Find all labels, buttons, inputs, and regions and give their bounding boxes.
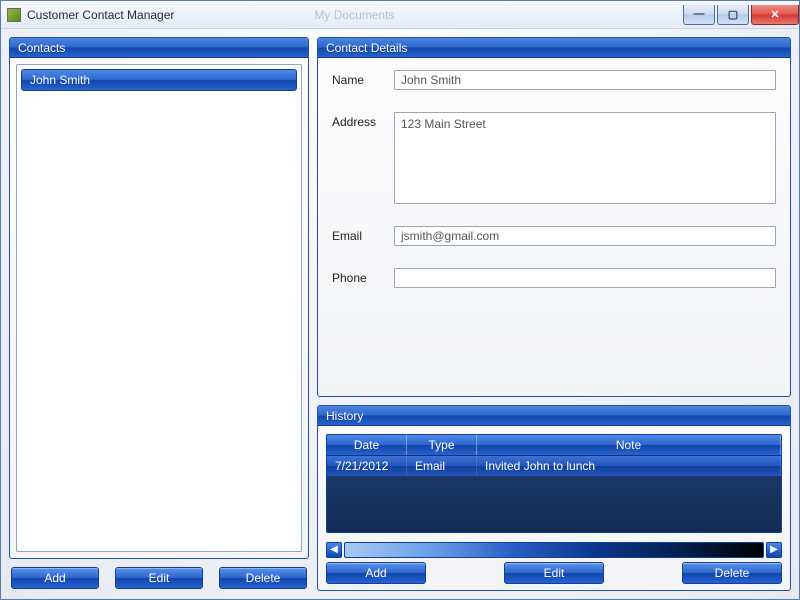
close-button[interactable]: ✕ bbox=[751, 5, 799, 25]
email-label: Email bbox=[332, 226, 386, 243]
window-title: Customer Contact Manager bbox=[27, 8, 174, 22]
name-field[interactable] bbox=[394, 70, 776, 90]
history-edit-button[interactable]: Edit bbox=[504, 562, 604, 584]
scroll-track[interactable] bbox=[344, 542, 764, 558]
history-type: Email bbox=[407, 456, 477, 476]
history-delete-button[interactable]: Delete bbox=[682, 562, 782, 584]
details-form: Name Address 123 Main Street Email Phone bbox=[318, 58, 790, 296]
scroll-right-icon[interactable]: ▶ bbox=[766, 542, 782, 558]
app-window: Customer Contact Manager My Documents — … bbox=[0, 0, 800, 600]
details-header: Contact Details bbox=[318, 38, 790, 58]
name-label: Name bbox=[332, 70, 386, 87]
ghost-background-text: My Documents bbox=[314, 8, 394, 22]
history-header: History bbox=[318, 406, 790, 426]
contacts-delete-button[interactable]: Delete bbox=[219, 567, 307, 589]
window-controls: — ▢ ✕ bbox=[683, 5, 799, 25]
contacts-add-button[interactable]: Add bbox=[11, 567, 99, 589]
history-columns: Date Type Note bbox=[327, 435, 781, 456]
contacts-header: Contacts bbox=[10, 38, 308, 58]
maximize-button[interactable]: ▢ bbox=[717, 5, 749, 25]
history-row[interactable]: 7/21/2012 Email Invited John to lunch bbox=[327, 456, 781, 476]
right-column: Contact Details Name Address 123 Main St… bbox=[317, 37, 791, 591]
history-button-row: Add Edit Delete bbox=[318, 562, 790, 590]
phone-label: Phone bbox=[332, 268, 386, 285]
phone-field[interactable] bbox=[394, 268, 776, 288]
history-note: Invited John to lunch bbox=[477, 456, 781, 476]
address-field[interactable]: 123 Main Street bbox=[394, 112, 776, 204]
minimize-button[interactable]: — bbox=[683, 5, 715, 25]
address-label: Address bbox=[332, 112, 386, 129]
left-column: Contacts John Smith Add Edit Delete bbox=[9, 37, 309, 591]
history-scrollbar: ◀ ▶ bbox=[326, 541, 782, 558]
history-add-button[interactable]: Add bbox=[326, 562, 426, 584]
history-empty-area bbox=[327, 476, 781, 533]
col-date[interactable]: Date bbox=[327, 435, 407, 455]
client-area: Contacts John Smith Add Edit Delete Cont… bbox=[1, 29, 799, 599]
contacts-panel: Contacts John Smith bbox=[9, 37, 309, 559]
email-field[interactable] bbox=[394, 226, 776, 246]
contacts-edit-button[interactable]: Edit bbox=[115, 567, 203, 589]
titlebar[interactable]: Customer Contact Manager My Documents — … bbox=[1, 1, 799, 29]
col-note[interactable]: Note bbox=[477, 435, 781, 455]
col-type[interactable]: Type bbox=[407, 435, 477, 455]
contact-row[interactable]: John Smith bbox=[21, 69, 297, 91]
history-panel: History Date Type Note 7/21/2012 Email I… bbox=[317, 405, 791, 591]
scroll-left-icon[interactable]: ◀ bbox=[326, 542, 342, 558]
app-icon bbox=[7, 8, 21, 22]
contacts-list[interactable]: John Smith bbox=[16, 64, 302, 552]
details-panel: Contact Details Name Address 123 Main St… bbox=[317, 37, 791, 397]
history-date: 7/21/2012 bbox=[327, 456, 407, 476]
contacts-button-row: Add Edit Delete bbox=[9, 565, 309, 591]
history-grid: Date Type Note 7/21/2012 Email Invited J… bbox=[326, 434, 782, 533]
contact-name: John Smith bbox=[30, 73, 90, 87]
